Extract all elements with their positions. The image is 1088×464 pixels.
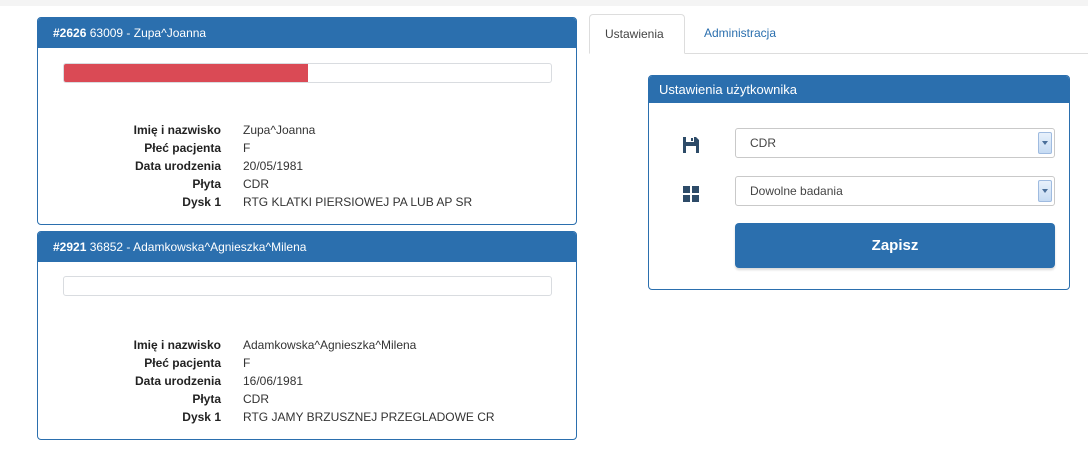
detail-row-sex: Płeć pacjenta F	[38, 139, 576, 157]
chevron-down-icon[interactable]	[1038, 180, 1052, 202]
job-id: #2626	[53, 26, 87, 40]
chevron-down-icon[interactable]	[1038, 132, 1052, 154]
job-details: Imię i nazwisko Zupa^Joanna Płeć pacjent…	[38, 121, 576, 211]
media-select[interactable]: CDR	[735, 128, 1055, 158]
detail-label: Data urodzenia	[134, 374, 221, 388]
tab-administration[interactable]: Administracja	[689, 14, 791, 54]
job-card: #2921 36852 - Adamkowska^Agnieszka^Milen…	[37, 231, 577, 440]
floppy-disk-icon	[683, 137, 699, 153]
detail-label: Imię i nazwisko	[133, 123, 221, 137]
job-id: #2921	[53, 240, 87, 254]
detail-label: Dysk 1	[182, 195, 221, 209]
settings-tabs: Ustawienia Administracja	[589, 14, 1088, 54]
tab-settings[interactable]: Ustawienia	[589, 14, 685, 54]
detail-label: Płyta	[192, 177, 221, 191]
detail-label: Płyta	[192, 392, 221, 406]
detail-value: CDR	[243, 177, 269, 191]
detail-value: F	[243, 356, 251, 370]
detail-row-disk: Dysk 1 RTG JAMY BRZUSZNEJ PRZEGLADOWE CR	[38, 408, 576, 426]
study-filter-select[interactable]: Dowolne badania	[735, 176, 1055, 206]
detail-label: Data urodzenia	[134, 159, 221, 173]
detail-row-sex: Płeć pacjenta F	[38, 354, 576, 372]
detail-value: Adamkowska^Agnieszka^Milena	[243, 338, 417, 352]
job-card-header: #2921 36852 - Adamkowska^Agnieszka^Milen…	[38, 232, 576, 262]
detail-label: Płeć pacjenta	[144, 141, 221, 155]
study-filter-value: Dowolne badania	[750, 184, 843, 198]
top-strip	[0, 0, 1088, 6]
job-title: 36852 - Adamkowska^Agnieszka^Milena	[89, 240, 307, 254]
panel-title: Ustawienia użytkownika	[649, 76, 1069, 103]
media-select-value: CDR	[750, 136, 776, 150]
detail-value: RTG KLATKI PIERSIOWEJ PA LUB AP SR	[243, 195, 473, 209]
detail-value: 20/05/1981	[243, 159, 304, 173]
detail-value: F	[243, 141, 251, 155]
detail-label: Dysk 1	[182, 410, 221, 424]
detail-row-name: Imię i nazwisko Zupa^Joanna	[38, 121, 576, 139]
detail-value: RTG JAMY BRZUSZNEJ PRZEGLADOWE CR	[243, 410, 495, 424]
detail-label: Płeć pacjenta	[144, 356, 221, 370]
job-progress-bar	[63, 63, 552, 83]
job-card: #2626 63009 - Zupa^Joanna Imię i nazwisk…	[37, 17, 577, 225]
detail-row-birthdate: Data urodzenia 16/06/1981	[38, 372, 576, 390]
detail-value: Zupa^Joanna	[243, 123, 316, 137]
job-progress-bar	[63, 276, 552, 296]
detail-row-disk: Dysk 1 RTG KLATKI PIERSIOWEJ PA LUB AP S…	[38, 193, 576, 211]
detail-row-media: Płyta CDR	[38, 390, 576, 408]
user-settings-panel: Ustawienia użytkownika CDR Dowolne badan…	[648, 75, 1070, 290]
job-title: 63009 - Zupa^Joanna	[89, 26, 207, 40]
detail-value: CDR	[243, 392, 269, 406]
job-card-header: #2626 63009 - Zupa^Joanna	[38, 18, 576, 48]
detail-row-name: Imię i nazwisko Adamkowska^Agnieszka^Mil…	[38, 336, 576, 354]
detail-label: Imię i nazwisko	[133, 338, 221, 352]
detail-value: 16/06/1981	[243, 374, 304, 388]
job-progress-fill	[64, 64, 308, 82]
grid-icon	[683, 186, 699, 202]
detail-row-media: Płyta CDR	[38, 175, 576, 193]
save-button[interactable]: Zapisz	[735, 223, 1055, 268]
job-details: Imię i nazwisko Adamkowska^Agnieszka^Mil…	[38, 336, 576, 426]
detail-row-birthdate: Data urodzenia 20/05/1981	[38, 157, 576, 175]
